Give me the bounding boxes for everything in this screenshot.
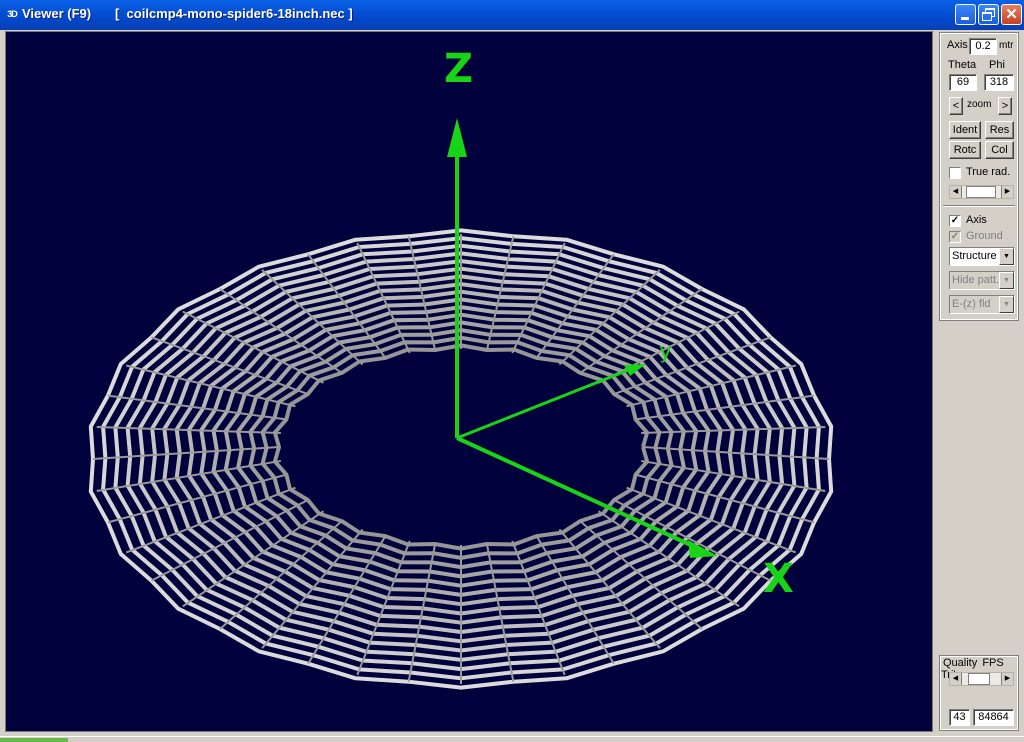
axis-size-input[interactable]: 0.2 bbox=[969, 38, 997, 55]
app-3d-icon: 3D bbox=[7, 9, 18, 19]
window-file-name: [ coilcmp4-mono-spider6-18inch.nec ] bbox=[115, 6, 353, 21]
3d-viewport[interactable]: Zy X bbox=[5, 31, 933, 732]
true-rad-label: True rad. bbox=[966, 166, 1011, 178]
chevron-down-icon: ▼ bbox=[999, 272, 1014, 289]
zoom-in-button[interactable]: > bbox=[998, 97, 1012, 115]
y-axis-line bbox=[456, 365, 637, 440]
coil-winding bbox=[260, 335, 662, 560]
hide-pattern-select-value: Hide patt. bbox=[952, 274, 1000, 286]
taskbar-strip bbox=[0, 736, 1024, 742]
axis-unit-label: mtr bbox=[999, 40, 1014, 51]
x-axis-label: X bbox=[763, 556, 794, 602]
radius-slider-thumb[interactable] bbox=[966, 186, 996, 198]
phi-label: Phi bbox=[989, 59, 1005, 71]
structure-select-value: Structure bbox=[952, 250, 997, 262]
y-axis-label: y bbox=[659, 339, 672, 364]
scroll-left-icon[interactable]: ◀ bbox=[950, 186, 962, 198]
minimize-button[interactable] bbox=[955, 4, 976, 25]
axis-checkbox[interactable]: ✓ bbox=[949, 215, 961, 227]
ident-button[interactable]: Ident bbox=[949, 121, 981, 139]
coil-winding bbox=[248, 328, 674, 570]
quality-slider-thumb[interactable] bbox=[968, 673, 990, 685]
col-button[interactable]: Col bbox=[985, 141, 1014, 159]
scroll-right-icon[interactable]: ▶ bbox=[1001, 186, 1013, 198]
view-control-panel: Axis 0.2 mtr Theta Phi 69 318 < zoom > I… bbox=[939, 32, 1019, 321]
3d-scene[interactable]: Zy X bbox=[6, 32, 933, 732]
coil-spoke bbox=[485, 543, 515, 682]
hide-pattern-select: Hide patt. ▼ bbox=[949, 271, 1015, 290]
chevron-down-icon[interactable]: ▼ bbox=[999, 248, 1014, 265]
restore-button[interactable] bbox=[978, 4, 999, 25]
ground-checkbox-label: Ground bbox=[966, 230, 1003, 242]
true-rad-checkbox[interactable] bbox=[949, 167, 961, 179]
chevron-down-icon: ▼ bbox=[999, 296, 1014, 313]
theta-input[interactable]: 69 bbox=[949, 74, 977, 91]
zoom-out-button[interactable]: < bbox=[949, 97, 963, 115]
tris-value: 84864 bbox=[973, 709, 1014, 726]
efield-select-value: E-(z) fld bbox=[952, 298, 991, 310]
fps-label: FPS bbox=[982, 657, 1004, 669]
efield-select: E-(z) fld ▼ bbox=[949, 295, 1015, 314]
minimize-icon bbox=[961, 17, 969, 20]
coil-spoke bbox=[407, 543, 437, 682]
res-button[interactable]: Res bbox=[985, 121, 1014, 139]
z-axis-label: Z bbox=[444, 46, 473, 92]
quality-slider[interactable]: ◀ ▶ bbox=[949, 672, 1014, 686]
axis-checkbox-label: Axis bbox=[966, 214, 987, 226]
rotc-button[interactable]: Rotc bbox=[949, 141, 981, 159]
axis-size-label: Axis bbox=[947, 39, 968, 51]
fps-value: 43 bbox=[949, 709, 970, 726]
phi-input[interactable]: 318 bbox=[984, 74, 1014, 91]
quality-label: Quality bbox=[941, 657, 980, 669]
z-axis-arrow bbox=[447, 118, 467, 157]
ground-checkbox: ✓ bbox=[949, 231, 961, 243]
title-bar[interactable]: 3D Viewer (F9) [ coilcmp4-mono-spider6-1… bbox=[0, 0, 1024, 30]
scroll-right-icon[interactable]: ▶ bbox=[1001, 673, 1013, 685]
window-title: Viewer (F9) bbox=[22, 6, 92, 21]
coil-winding bbox=[272, 343, 650, 551]
scroll-left-icon[interactable]: ◀ bbox=[950, 673, 962, 685]
close-icon: ✕ bbox=[1005, 6, 1018, 23]
zoom-label: zoom bbox=[967, 99, 992, 110]
theta-label: Theta bbox=[948, 59, 977, 71]
radius-slider[interactable]: ◀ ▶ bbox=[949, 185, 1014, 199]
y-axis-arrow bbox=[624, 364, 646, 376]
close-button[interactable]: ✕ bbox=[1001, 4, 1022, 25]
quality-panel: Quality ◀ ▶ FPS Tri's 43 84864 bbox=[939, 655, 1019, 731]
coil-winding bbox=[236, 320, 686, 579]
structure-select[interactable]: Structure ▼ bbox=[949, 247, 1015, 266]
